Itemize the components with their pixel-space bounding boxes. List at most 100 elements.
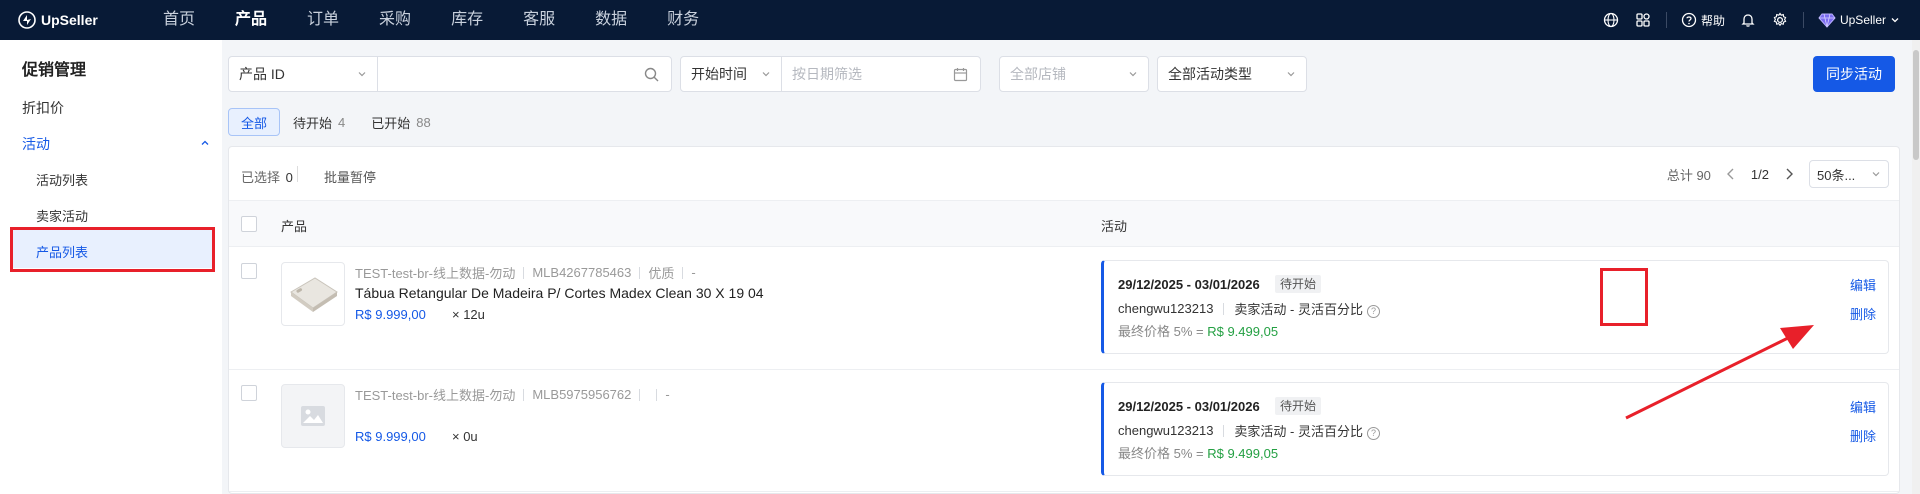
- nav-item-products[interactable]: 产品: [215, 0, 287, 40]
- chevron-down-icon: [358, 72, 366, 77]
- activity-card: 29/12/2025 - 03/01/2026 待开始 chengwu12321…: [1101, 260, 1889, 354]
- status-badge: 待开始: [1275, 275, 1322, 293]
- tab-label: 全部: [241, 115, 268, 131]
- activity-type-select-value: 全部活动类型: [1168, 66, 1252, 82]
- table-header: 产品 活动: [229, 201, 1899, 247]
- product-id-select-value: 产品 ID: [239, 66, 285, 82]
- row-checkbox[interactable]: [241, 385, 257, 401]
- upseller-logo-icon: [18, 11, 36, 29]
- tab-label: 已开始: [371, 115, 411, 131]
- tab-count: 4: [338, 114, 346, 130]
- main-menu: 首页 产品 订单 采购 库存 客服 数据 财务: [143, 0, 719, 40]
- nav-item-inventory[interactable]: 库存: [431, 0, 503, 40]
- edit-button[interactable]: 编辑: [1850, 397, 1876, 416]
- delete-button[interactable]: 删除: [1850, 426, 1876, 445]
- status-badge: 待开始: [1275, 397, 1322, 415]
- batch-pause-button[interactable]: 批量暂停: [324, 167, 376, 186]
- product-id-select[interactable]: 产品 ID: [228, 56, 378, 92]
- final-price-value: R$ 9.499,05: [1207, 324, 1279, 339]
- help-icon: [1681, 12, 1697, 28]
- product-image-placeholder[interactable]: [281, 384, 345, 448]
- next-page-icon[interactable]: [1781, 166, 1797, 182]
- info-divider: [1223, 424, 1225, 437]
- help-button[interactable]: 帮助: [1681, 12, 1725, 29]
- highlight-box-row-actions: [1600, 268, 1648, 326]
- question-icon[interactable]: ?: [1366, 304, 1380, 318]
- bell-icon[interactable]: [1739, 11, 1757, 29]
- date-filter-input[interactable]: 按日期筛选: [781, 56, 981, 92]
- search-icon[interactable]: [644, 67, 659, 82]
- activity-type: 卖家活动 - 灵活百分比?: [1234, 421, 1380, 440]
- chevron-up-icon: [201, 140, 209, 145]
- row-actions: 编辑 删除: [1850, 397, 1876, 445]
- tab-pending[interactable]: 待开始 4: [280, 108, 358, 136]
- selected-label: 已选择: [241, 170, 281, 185]
- toolbar-divider: [297, 166, 298, 182]
- activity-account: chengwu123213: [1118, 301, 1214, 316]
- globe-icon[interactable]: [1602, 11, 1620, 29]
- product-image[interactable]: [281, 262, 345, 326]
- meta-divider: [639, 266, 641, 279]
- time-type-select-value: 开始时间: [691, 66, 747, 82]
- nav-divider: [1802, 12, 1804, 28]
- activity-date-range: 29/12/2025 - 03/01/2026: [1118, 399, 1260, 414]
- user-menu[interactable]: UpSeller: [1818, 12, 1900, 28]
- chevron-down-icon: [1129, 72, 1137, 77]
- final-price-line: 最终价格 5% = R$ 9.499,05: [1118, 443, 1278, 462]
- nav-item-customer-service[interactable]: 客服: [503, 0, 575, 40]
- prev-page-icon[interactable]: [1723, 166, 1739, 182]
- status-tabs: 全部 待开始 4 已开始 88: [228, 108, 444, 136]
- grid-icon[interactable]: [1634, 11, 1652, 29]
- product-table-card: 已选择 0 批量暂停 总计 90 1/2 50条... 产品 活动 TEST-t…: [228, 146, 1900, 494]
- gear-icon[interactable]: [1771, 11, 1789, 29]
- nav-item-purchase[interactable]: 采购: [359, 0, 431, 40]
- nav-item-finance[interactable]: 财务: [647, 0, 719, 40]
- final-price-value: R$ 9.499,05: [1207, 446, 1279, 461]
- column-header-product: 产品: [281, 219, 308, 234]
- edit-button[interactable]: 编辑: [1850, 275, 1876, 294]
- final-price-label: 最终价格 5% =: [1118, 446, 1208, 461]
- page-scrollbar[interactable]: [1912, 40, 1920, 494]
- store-select[interactable]: 全部店铺: [999, 56, 1149, 92]
- cutting-board-image: [290, 277, 338, 312]
- date-filter-placeholder: 按日期筛选: [792, 66, 862, 82]
- activity-info: chengwu123213 卖家活动 - 灵活百分比?: [1118, 421, 1380, 440]
- highlight-box-product-list: [10, 227, 215, 272]
- activity-type: 卖家活动 - 灵活百分比?: [1234, 299, 1380, 318]
- sidebar-item-seller-activity[interactable]: 卖家活动: [36, 206, 88, 225]
- tab-all[interactable]: 全部: [228, 108, 281, 136]
- delete-button[interactable]: 删除: [1850, 304, 1876, 323]
- nav-item-data[interactable]: 数据: [575, 0, 647, 40]
- sync-activity-button[interactable]: 同步活动: [1813, 56, 1895, 92]
- activity-card: 29/12/2025 - 03/01/2026 待开始 chengwu12321…: [1101, 382, 1889, 476]
- row-checkbox[interactable]: [241, 263, 257, 279]
- product-quantity: × 12u: [452, 307, 485, 322]
- nav-item-home[interactable]: 首页: [143, 0, 215, 40]
- user-name: UpSeller: [1839, 13, 1886, 27]
- activity-date-range: 29/12/2025 - 03/01/2026: [1118, 277, 1260, 292]
- tab-started[interactable]: 已开始 88: [358, 108, 443, 136]
- page-size-select[interactable]: 50条...: [1809, 160, 1889, 188]
- table-row: TEST-test-br-线上数据-勿动 MLB4267785463 优质 - …: [229, 248, 1899, 370]
- product-meta: TEST-test-br-线上数据-勿动 MLB5975956762 -: [355, 385, 670, 404]
- activity-info: chengwu123213 卖家活动 - 灵活百分比?: [1118, 299, 1380, 318]
- brand-logo[interactable]: UpSeller: [18, 10, 98, 30]
- time-type-select[interactable]: 开始时间: [680, 56, 782, 92]
- question-icon[interactable]: ?: [1366, 426, 1380, 440]
- product-title[interactable]: Tábua Retangular De Madeira P/ Cortes Ma…: [355, 285, 764, 301]
- select-all-checkbox[interactable]: [241, 216, 257, 232]
- sidebar-item-discount[interactable]: 折扣价: [22, 98, 64, 118]
- table-row: TEST-test-br-线上数据-勿动 MLB5975956762 - R$ …: [229, 370, 1899, 492]
- search-input[interactable]: [377, 56, 672, 92]
- product-price: R$ 9.999,00: [355, 429, 426, 444]
- sidebar-item-activity-list[interactable]: 活动列表: [36, 170, 88, 189]
- image-placeholder-icon: [301, 406, 325, 426]
- sidebar: 促销管理 折扣价 活动 活动列表 卖家活动 产品列表: [0, 40, 222, 494]
- nav-item-orders[interactable]: 订单: [287, 0, 359, 40]
- table-toolbar: 已选择 0 批量暂停 总计 90 1/2 50条...: [229, 147, 1899, 201]
- sidebar-group-activity[interactable]: 活动: [22, 134, 210, 154]
- activity-type-select[interactable]: 全部活动类型: [1157, 56, 1307, 92]
- total-count: 总计 90: [1666, 167, 1711, 183]
- tab-label: 待开始: [293, 115, 333, 131]
- scrollbar-thumb[interactable]: [1913, 50, 1919, 160]
